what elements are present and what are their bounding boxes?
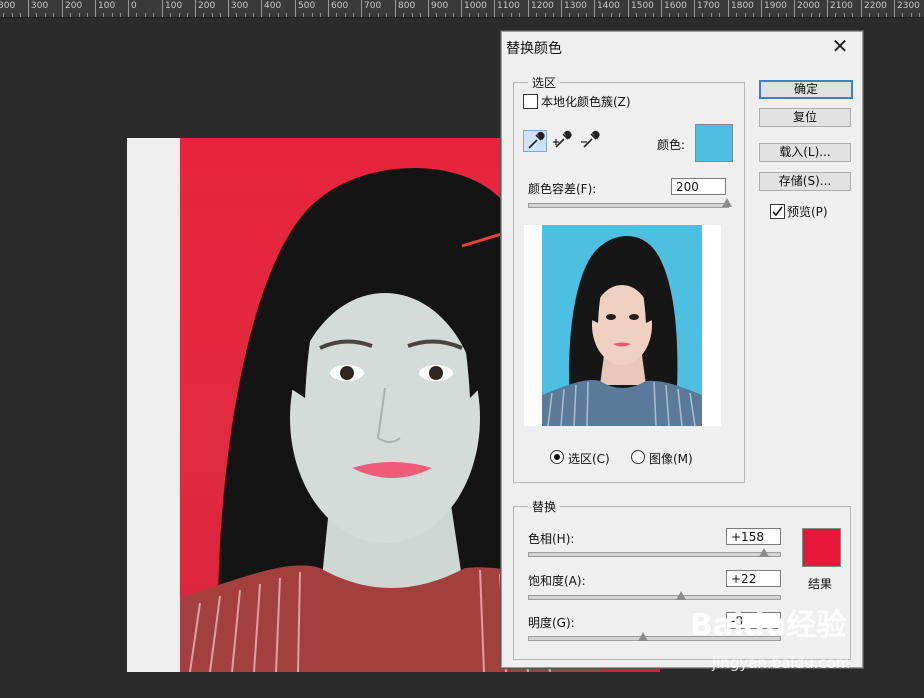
replace-color-dialog: 替换颜色 ✕ 选区 本地化颜色簇(Z) 颜色: 颜色容差(F): 200 选区(… xyxy=(501,31,863,668)
saturation-input[interactable]: +22 xyxy=(726,570,781,587)
lightness-slider-thumb[interactable] xyxy=(638,632,649,641)
selection-radio[interactable] xyxy=(550,450,564,464)
reset-button[interactable]: 复位 xyxy=(759,108,851,127)
baidu-logo-text: Baidu经验 xyxy=(690,608,847,643)
save-button[interactable]: 存储(S)... xyxy=(759,172,851,191)
fuzziness-slider-track[interactable] xyxy=(528,203,729,208)
eyedropper-add-icon[interactable] xyxy=(551,130,575,152)
eyedropper-icon[interactable] xyxy=(523,130,547,152)
image-radio-label: 图像(M) xyxy=(649,452,693,466)
selection-radio-label: 选区(C) xyxy=(568,452,610,466)
hue-input[interactable]: +158 xyxy=(726,528,781,545)
selection-legend: 选区 xyxy=(532,76,557,90)
eyedropper-subtract-icon[interactable] xyxy=(579,130,603,152)
preview-image xyxy=(542,225,702,426)
replace-legend: 替换 xyxy=(532,500,557,514)
fuzziness-input[interactable]: 200 xyxy=(671,178,726,195)
saturation-label: 饱和度(A): xyxy=(528,574,586,588)
hue-slider-thumb[interactable] xyxy=(758,548,769,557)
preview-frame xyxy=(524,225,721,426)
load-button[interactable]: 载入(L)... xyxy=(759,143,851,162)
saturation-slider-thumb[interactable] xyxy=(676,591,687,600)
localized-clusters-label: 本地化颜色簇(Z) xyxy=(541,95,631,109)
baidu-watermark: Baidu经验 xyxy=(690,600,846,644)
watermark-url: jingyan.baidu.com xyxy=(712,654,851,672)
preview-checkbox[interactable] xyxy=(770,204,785,219)
hue-slider-track[interactable] xyxy=(528,552,781,557)
selection-color-swatch[interactable] xyxy=(695,124,733,162)
result-color-swatch[interactable] xyxy=(802,528,841,567)
color-label: 颜色: xyxy=(657,138,686,152)
localized-clusters-checkbox[interactable] xyxy=(523,94,538,109)
preview-label: 预览(P) xyxy=(787,205,828,219)
image-radio[interactable] xyxy=(631,450,645,464)
lightness-label: 明度(G): xyxy=(528,616,575,630)
ok-button[interactable]: 确定 xyxy=(759,80,853,99)
fuzziness-slider-thumb[interactable] xyxy=(722,198,732,207)
checkmark-icon xyxy=(772,206,783,217)
dialog-title: 替换颜色 xyxy=(506,41,562,57)
hue-label: 色相(H): xyxy=(528,532,575,546)
result-label: 结果 xyxy=(808,577,833,591)
close-icon[interactable]: ✕ xyxy=(828,34,852,58)
fuzziness-label: 颜色容差(F): xyxy=(528,182,597,196)
